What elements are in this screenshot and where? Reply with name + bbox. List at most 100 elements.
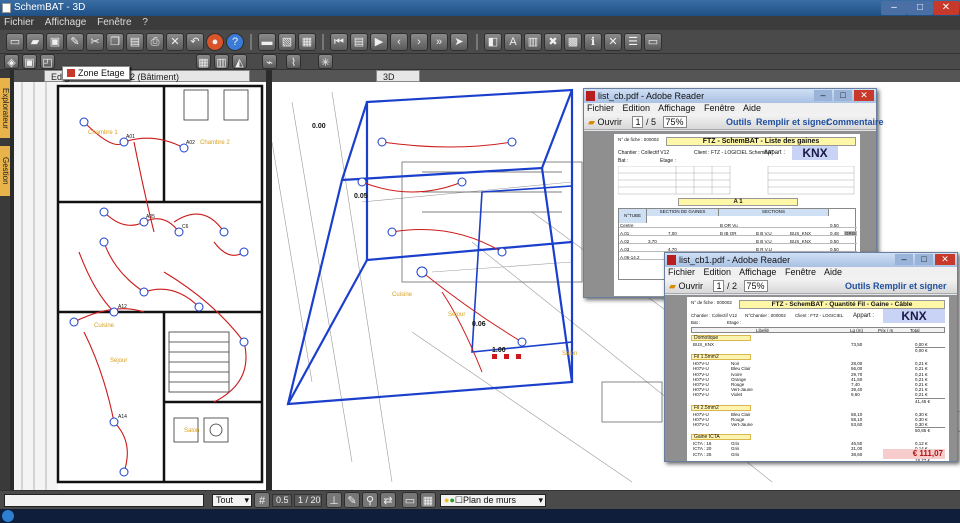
play-icon[interactable]: ▶ [370,33,388,51]
component-icon[interactable]: ◧ [484,33,502,51]
delete-icon[interactable]: ✕ [166,33,184,51]
text-icon[interactable]: A [504,33,522,51]
prev-icon[interactable]: ‹ [390,33,408,51]
cut-icon[interactable]: ✂ [86,33,104,51]
floor-plan[interactable]: Chambre 1 Chambre 2 Cuisine Séjour Salon… [14,82,266,490]
pdf-menu-item[interactable]: Fichier [587,103,614,113]
close-x-icon[interactable]: ✕ [604,33,622,51]
align-tool-icon[interactable]: ⊥ [326,492,342,508]
print-icon[interactable]: ⎙ [146,33,164,51]
next-icon[interactable]: › [410,33,428,51]
new-icon[interactable]: ▭ [6,33,24,51]
pdf-menu-item[interactable]: Affichage [658,103,695,113]
page-icon[interactable]: ▤ [350,33,368,51]
snap-icon[interactable]: ▭ [402,492,418,508]
pen-icon[interactable]: ✎ [344,492,360,508]
stairs-icon[interactable]: ▥ [214,54,229,69]
pdf-minimize-button[interactable]: – [895,254,913,265]
window-icon[interactable]: ▭ [644,33,662,51]
measure-icon[interactable]: ▧ [278,33,296,51]
help-icon[interactable]: ? [226,33,244,51]
pdf-window-list-cb1[interactable]: list_cb1.pdf - Adobe Reader ✕ □ – Fichie… [664,252,958,462]
pdf-menu-item[interactable]: Fenêtre [704,103,735,113]
tab-gestion[interactable]: Gestion [0,146,10,196]
pdf-maximize-button[interactable]: □ [915,254,933,265]
symbol-icon[interactable]: ▥ [524,33,542,51]
pdf-menu-item[interactable]: Edition [704,267,732,277]
grid-toggle-icon[interactable]: # [254,492,270,508]
grid-icon[interactable]: ▬ [258,33,276,51]
copy-icon[interactable]: ❐ [106,33,124,51]
edit-icon[interactable]: ✎ [66,33,84,51]
close-button[interactable]: ✕ [933,1,959,15]
route-icon[interactable]: ⇄ [380,492,396,508]
tab-3d[interactable]: 3D [376,70,420,82]
level-label: 1.00 [492,347,506,354]
roof-icon[interactable]: ◭ [232,54,247,69]
page-input[interactable]: 1 [632,116,644,128]
paste-icon[interactable]: ▤ [126,33,144,51]
layers-icon[interactable]: ▦ [298,33,316,51]
3d-view-icon[interactable]: ◈ [4,54,19,69]
room-icon[interactable]: ◰ [40,54,55,69]
floor-icon[interactable]: ▣ [22,54,37,69]
command-input[interactable] [4,494,204,507]
maximize-button[interactable]: □ [907,1,933,15]
align-icon[interactable]: ☰ [624,33,642,51]
toolbar-separator [322,34,324,50]
fill-sign-button[interactable]: Remplir et signer [873,278,947,294]
pdf-menu-item[interactable]: Aide [824,267,842,277]
cross-icon[interactable]: ✖ [544,33,562,51]
start-icon[interactable] [2,510,14,522]
wire-icon[interactable]: ⌁ [262,54,277,69]
last-icon[interactable]: » [430,33,448,51]
undo-icon[interactable]: ↶ [186,33,204,51]
hatch-icon[interactable]: ▩ [564,33,582,51]
pdf-maximize-button[interactable]: □ [834,90,852,101]
open-button[interactable]: Ouvrir [678,281,703,291]
network-icon[interactable]: ✳ [318,54,333,69]
ratio-field[interactable]: 1 / 20 [294,494,322,507]
pointer-icon[interactable]: ➤ [450,33,468,51]
table-cell: B OR Vu [720,223,738,228]
3d-tabstrip: 3D [272,70,960,82]
menu-fichier[interactable]: Fichier [0,16,38,29]
pdf-menu-item[interactable]: Aide [743,103,761,113]
pdf-menu-item[interactable]: Affichage [739,267,776,277]
comment-button[interactable]: Commentaire [826,114,884,130]
pdf-close-button[interactable]: ✕ [854,90,874,101]
open-button[interactable]: Ouvrir [597,117,622,127]
minimize-button[interactable]: – [881,1,907,15]
pdf-menu-item[interactable]: Edition [623,103,651,113]
pdf-minimize-button[interactable]: – [814,90,832,101]
pdf-close-button[interactable]: ✕ [935,254,955,265]
open-icon[interactable]: ▰ [26,33,44,51]
col-header: Prix / m [878,328,894,333]
first-icon[interactable]: ⏮ [330,33,348,51]
table-icon[interactable]: ▦ [420,492,436,508]
tools-button[interactable]: Outils [845,278,871,294]
menu-fenetre[interactable]: Fenêtre [93,16,135,29]
tools-button[interactable]: Outils [726,114,752,130]
pdf-menu-item[interactable]: Fenêtre [785,267,816,277]
save-icon[interactable]: ▣ [46,33,64,51]
page-input[interactable]: 1 [713,280,725,292]
menu-help[interactable]: ? [138,16,152,29]
pdf-menu-item[interactable]: Fichier [668,267,695,277]
zoom-select[interactable]: 75% [662,116,687,128]
info-icon[interactable]: ℹ [584,33,602,51]
layer-select[interactable]: ●●☐Plan de murs ▾ [440,494,546,507]
scale-field[interactable]: 0.5 [272,494,292,507]
menu-affichage[interactable]: Affichage [41,16,91,29]
room-label: Séjour [110,358,127,364]
tab-explorateur[interactable]: Explorateur [0,78,10,138]
cable-icon[interactable]: ⌇ [286,54,301,69]
pin-icon[interactable]: ⚲ [362,492,378,508]
building-icon[interactable]: ▦ [196,54,211,69]
zoom-select[interactable]: 75% [743,280,768,292]
knx-badge: KNX [792,146,838,160]
checkbox-icon[interactable]: ☐ [455,495,463,505]
fill-sign-button[interactable]: Remplir et signer [756,114,830,130]
view-select[interactable]: Tout ▾ [212,494,252,507]
stop-icon[interactable]: ● [206,33,224,51]
